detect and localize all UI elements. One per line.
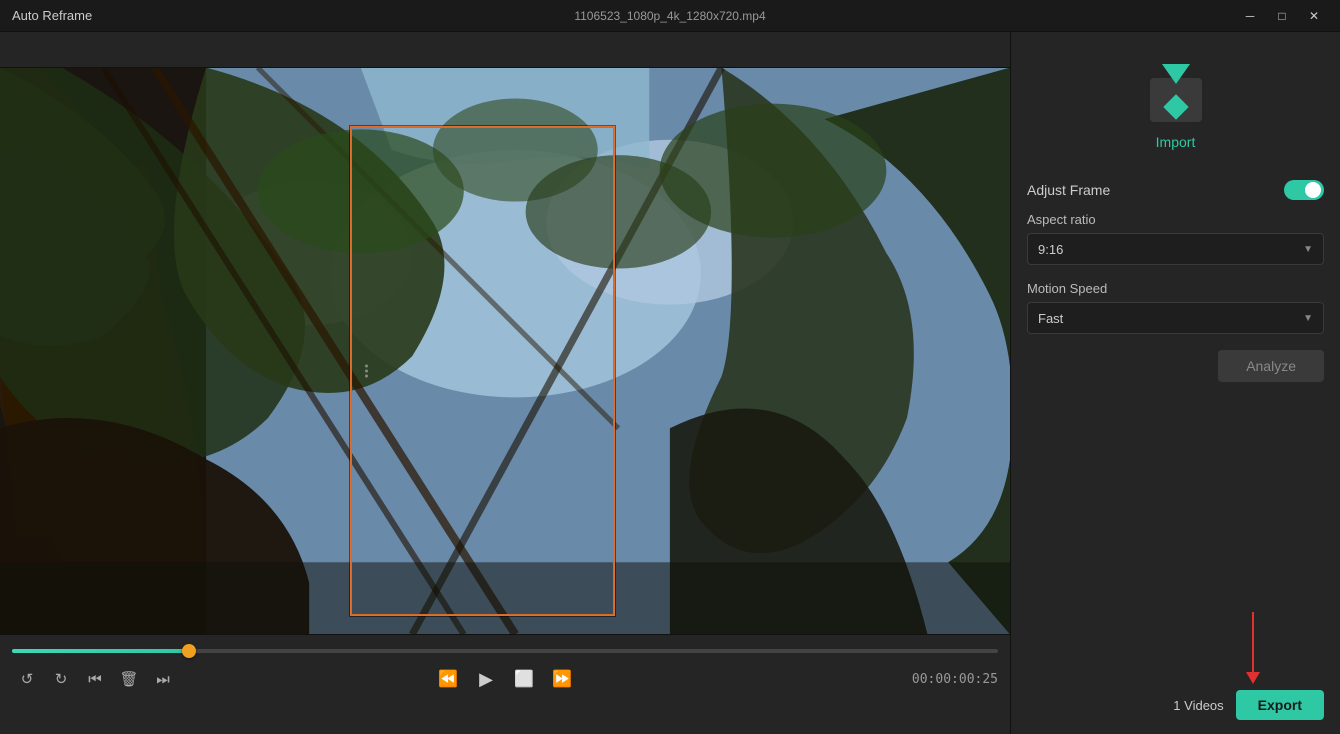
import-arrow-icon — [1162, 64, 1190, 84]
red-arrow-indicator — [1246, 612, 1260, 684]
motion-speed-label: Motion Speed — [1027, 281, 1324, 296]
import-icon-wrapper — [1144, 62, 1208, 122]
export-area: 1 Videos Export — [1173, 690, 1324, 720]
redo-button[interactable]: ↻ — [46, 665, 76, 693]
aspect-ratio-value: 9:16 — [1038, 242, 1063, 257]
window-controls: ─ □ ✕ — [1236, 5, 1328, 27]
fit-button[interactable]: ⬜ — [508, 663, 540, 695]
progress-thumb[interactable] — [182, 644, 196, 658]
motion-speed-section: Motion Speed Fast ▼ — [1027, 281, 1324, 334]
progress-bar-area[interactable] — [0, 635, 1010, 661]
video-canvas — [0, 68, 1010, 634]
filename: 1106523_1080p_4k_1280x720.mp4 — [574, 9, 765, 23]
analyze-button[interactable]: Analyze — [1218, 350, 1324, 382]
motion-speed-dropdown[interactable]: Fast ▼ — [1027, 302, 1324, 334]
playback-controls-row: ↺ ↻ ⏮ 🗑 ⏭ ⏪ ▶ ⬜ ⏩ 00:00:00:25 — [0, 661, 1010, 697]
timestamp: 00:00:00:25 — [912, 672, 998, 687]
close-button[interactable]: ✕ — [1300, 5, 1328, 27]
edit-controls: ↺ ↻ ⏮ 🗑 ⏭ — [12, 665, 178, 693]
reframe-box[interactable] — [350, 126, 615, 616]
progress-track[interactable] — [12, 649, 998, 653]
motion-speed-chevron-icon: ▼ — [1303, 313, 1313, 324]
toggle-thumb — [1305, 182, 1321, 198]
settings-section: Adjust Frame Aspect ratio 9:16 ▼ Motion … — [1027, 180, 1324, 382]
motion-speed-value: Fast — [1038, 311, 1063, 326]
adjust-frame-label: Adjust Frame — [1027, 182, 1110, 198]
analyze-row: Analyze — [1027, 350, 1324, 382]
import-section: Import — [1144, 62, 1208, 150]
adjust-frame-row: Adjust Frame — [1027, 180, 1324, 200]
adjust-frame-toggle[interactable] — [1284, 180, 1324, 200]
aspect-ratio-chevron-icon: ▼ — [1303, 244, 1313, 255]
undo-button[interactable]: ↺ — [12, 665, 42, 693]
resize-handle[interactable] — [360, 365, 372, 378]
import-label[interactable]: Import — [1156, 134, 1196, 150]
prev-frame-button[interactable]: ⏪ — [432, 663, 464, 695]
minimize-button[interactable]: ─ — [1236, 5, 1264, 27]
app-title: Auto Reframe — [12, 8, 92, 23]
toggle-track — [1284, 180, 1324, 200]
export-button[interactable]: Export — [1236, 690, 1324, 720]
right-panel: Import Adjust Frame Aspect ratio 9:16 ▼ — [1010, 32, 1340, 734]
bottom-controls: ↺ ↻ ⏮ 🗑 ⏭ ⏪ ▶ ⬜ ⏩ 00:00:00:25 — [0, 634, 1010, 734]
aspect-ratio-label: Aspect ratio — [1027, 212, 1324, 227]
main-container: ↺ ↻ ⏮ 🗑 ⏭ ⏪ ▶ ⬜ ⏩ 00:00:00:25 — [0, 32, 1340, 734]
aspect-ratio-section: Aspect ratio 9:16 ▼ — [1027, 212, 1324, 265]
playback-controls: ⏪ ▶ ⬜ ⏩ — [432, 663, 578, 695]
videos-count: 1 Videos — [1173, 698, 1223, 713]
red-arrow-head — [1246, 672, 1260, 684]
step-fwd-button[interactable]: ⏭ — [148, 665, 178, 693]
play-button[interactable]: ▶ — [470, 663, 502, 695]
progress-fill — [12, 649, 189, 653]
top-toolbar — [0, 32, 1010, 68]
titlebar: Auto Reframe 1106523_1080p_4k_1280x720.m… — [0, 0, 1340, 32]
maximize-button[interactable]: □ — [1268, 5, 1296, 27]
step-back-button[interactable]: ⏮ — [80, 665, 110, 693]
delete-button[interactable]: 🗑 — [114, 665, 144, 693]
aspect-ratio-dropdown[interactable]: 9:16 ▼ — [1027, 233, 1324, 265]
red-arrow-line — [1252, 612, 1254, 672]
video-area: ↺ ↻ ⏮ 🗑 ⏭ ⏪ ▶ ⬜ ⏩ 00:00:00:25 — [0, 32, 1010, 734]
next-frame-button[interactable]: ⏩ — [546, 663, 578, 695]
